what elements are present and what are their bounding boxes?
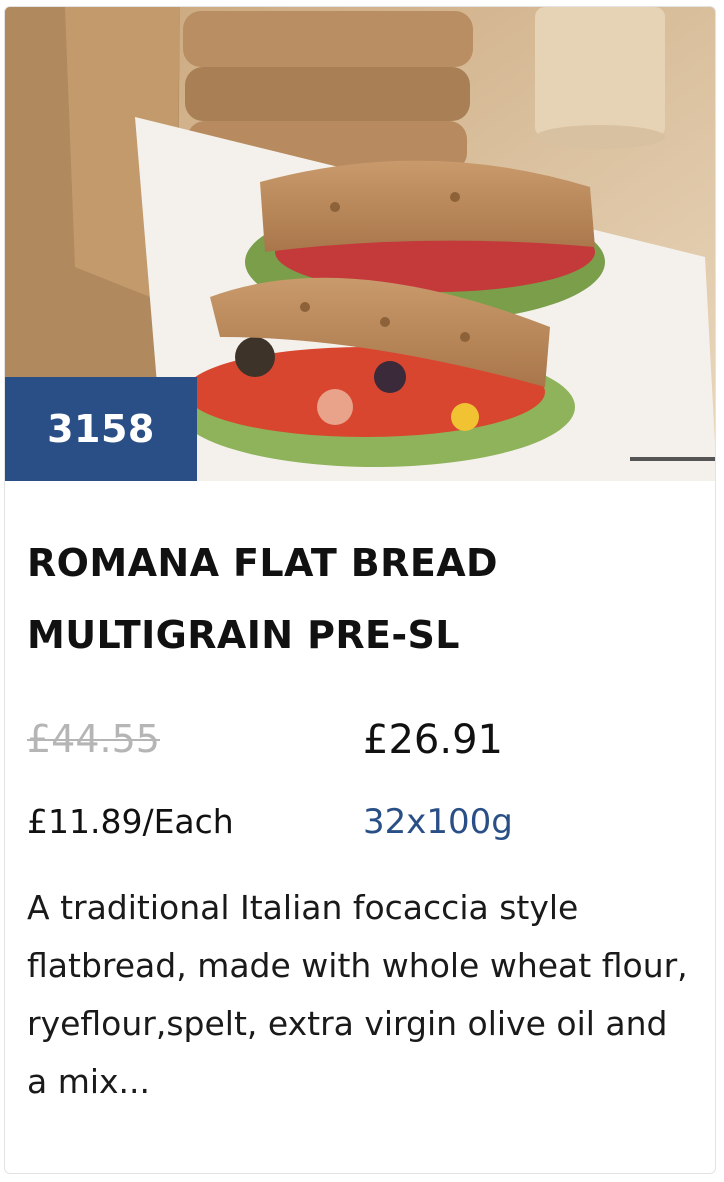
sale-price: £26.91 (363, 717, 503, 763)
product-card[interactable]: 3158 ROMANA FLAT BREAD MULTIGRAIN PRE-SL… (4, 6, 716, 1174)
original-price: £44.55 (27, 717, 160, 761)
pack-size: 32x100g (363, 802, 513, 842)
product-image[interactable]: 3158 (5, 7, 715, 481)
product-description: A traditional Italian focaccia style fla… (27, 888, 688, 1101)
product-code-badge: 3158 (5, 377, 197, 481)
product-title-line-1: ROMANA FLAT BREAD (27, 541, 498, 585)
unit-price: £11.89/Each (27, 802, 234, 841)
product-title-line-2: MULTIGRAIN PRE-SL (27, 613, 460, 657)
product-title[interactable]: ROMANA FLAT BREAD MULTIGRAIN PRE-SL (27, 527, 687, 671)
